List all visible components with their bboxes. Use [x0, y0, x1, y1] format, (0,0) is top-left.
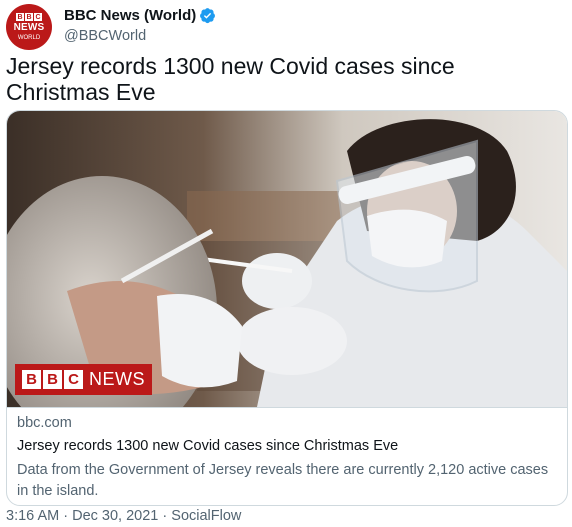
card-title[interactable]: Jersey records 1300 new Covid cases sinc… [17, 438, 398, 454]
link-card[interactable]: BBC NEWS bbc.com Jersey records 1300 new… [6, 110, 568, 506]
bbc-logo-blocks: BBC [22, 370, 83, 389]
tweet-text: Jersey records 1300 new Covid cases sinc… [6, 53, 455, 105]
card-info[interactable]: bbc.com Jersey records 1300 new Covid ca… [7, 407, 567, 499]
card-image[interactable]: BBC NEWS [7, 111, 567, 407]
tweet-meta: 3:16 AM · Dec 30, 2021 · SocialFlow [6, 508, 241, 524]
bbc-logo-blocks: BBC [16, 13, 42, 21]
card-description: Data from the Government of Jersey revea… [17, 462, 549, 499]
card-domain: bbc.com [17, 415, 72, 431]
account-handle[interactable]: @BBCWorld [64, 28, 146, 44]
tweet-source[interactable]: SocialFlow [171, 508, 241, 524]
bbc-news-badge: BBC NEWS [15, 364, 152, 395]
meta-separator: · [162, 508, 168, 524]
account-name-text[interactable]: BBC News (World) [64, 7, 196, 24]
tweet-date[interactable]: Dec 30, 2021 [72, 508, 158, 524]
verified-badge-icon [200, 8, 216, 24]
meta-separator: · [63, 508, 69, 524]
account-name[interactable]: BBC News (World) [64, 7, 216, 24]
avatar[interactable]: BBC NEWS WORLD [6, 4, 52, 50]
tweet-time[interactable]: 3:16 AM [6, 508, 59, 524]
covid-test-photo [7, 111, 567, 407]
